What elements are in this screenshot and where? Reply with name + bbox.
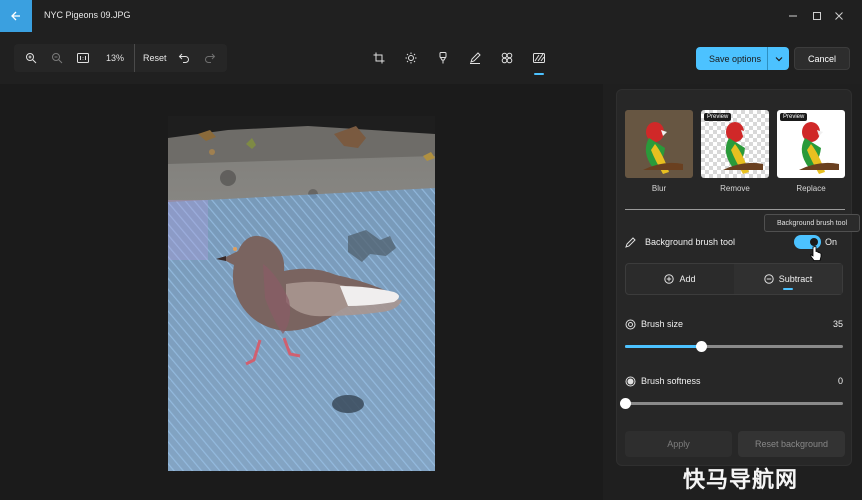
mouse-cursor-icon: [810, 246, 822, 261]
zoom-level: 13%: [106, 53, 125, 63]
retouch-icon: [501, 52, 513, 64]
redo-button[interactable]: [197, 45, 223, 71]
close-button[interactable]: [816, 0, 862, 32]
undo-button[interactable]: [171, 45, 197, 71]
undo-icon: [178, 53, 189, 63]
brush-softness-slider[interactable]: [620, 398, 843, 409]
pigeon-photo: [168, 116, 435, 471]
save-options-button[interactable]: Save options: [696, 47, 789, 70]
brush-mode-selector: Add Subtract: [625, 263, 843, 295]
save-options-dropdown[interactable]: [767, 47, 789, 70]
close-icon: [835, 12, 843, 20]
toggle-state-label: On: [825, 237, 838, 247]
blur-effect-thumb[interactable]: [625, 110, 693, 178]
subtract-mode-button[interactable]: Subtract: [734, 264, 842, 294]
remove-effect-thumb[interactable]: Preview: [701, 110, 769, 178]
redo-icon: [204, 53, 215, 63]
brush-size-icon: [625, 319, 636, 329]
preview-tag: Preview: [704, 113, 732, 121]
add-mode-button[interactable]: Add: [626, 264, 734, 294]
apply-button[interactable]: Apply: [625, 431, 732, 457]
chevron-down-icon: [775, 56, 782, 61]
filter-icon: [439, 52, 447, 64]
add-label: Add: [679, 274, 696, 284]
image-canvas: [0, 84, 603, 500]
parrot-thumbnail: [625, 110, 693, 178]
zoom-out-button[interactable]: [44, 45, 70, 71]
markup-icon: [470, 52, 481, 64]
slider-fill: [625, 345, 702, 348]
brush-size-slider[interactable]: [625, 341, 843, 352]
background-icon: [533, 53, 545, 63]
save-options-label: Save options: [709, 53, 762, 64]
brush-softness-icon: [625, 376, 636, 386]
background-panel: Blur Preview Remove Preview Replace Back…: [603, 84, 862, 500]
adjust-tool[interactable]: [398, 45, 424, 71]
reset-background-button[interactable]: Reset background: [738, 431, 845, 457]
background-options-card: Blur Preview Remove Preview Replace Back…: [616, 89, 852, 466]
plus-circle-icon: [664, 274, 675, 284]
brush-softness-label: Brush softness: [641, 376, 701, 386]
brush-size-row: Brush size 35: [625, 317, 843, 331]
blur-label: Blur: [651, 184, 667, 193]
brush-softness-row: Brush softness 0: [625, 374, 843, 388]
actual-size-icon: [77, 53, 89, 63]
cancel-button[interactable]: Cancel: [794, 47, 850, 70]
section-divider: [625, 209, 845, 210]
retouch-tool[interactable]: [494, 45, 520, 71]
replace-label: Replace: [796, 184, 826, 193]
crop-icon: [373, 52, 385, 64]
preview-tag: Preview: [780, 113, 808, 121]
edit-tools: [366, 45, 552, 75]
markup-tool[interactable]: [462, 45, 488, 71]
brush-tool-label: Background brush tool: [645, 237, 736, 247]
slider-thumb[interactable]: [696, 341, 708, 352]
brush-tool-tooltip: Background brush tool: [764, 214, 860, 232]
background-tool[interactable]: [526, 45, 552, 75]
window-title: NYC Pigeons 09.JPG: [44, 10, 131, 20]
reset-zoom-button[interactable]: Reset: [139, 53, 171, 63]
back-button[interactable]: [0, 0, 32, 32]
subtract-label: Subtract: [778, 274, 813, 284]
toggle-knob: [810, 238, 818, 246]
toolbar-divider: [134, 44, 136, 72]
watermark: 快马导航网: [683, 467, 799, 492]
minus-circle-icon: [764, 274, 774, 284]
zoom-in-icon: [26, 53, 37, 64]
zoom-in-button[interactable]: [18, 45, 44, 71]
filter-tool[interactable]: [430, 45, 456, 71]
brush-size-label: Brush size: [641, 319, 684, 329]
actual-size-button[interactable]: [70, 45, 96, 71]
brush-softness-value: 0: [837, 376, 843, 386]
remove-label: Remove: [720, 184, 750, 193]
arrow-left-icon: [11, 11, 20, 21]
adjust-icon: [405, 52, 417, 64]
crop-tool[interactable]: [366, 45, 392, 71]
zoom-controls: 13% Reset: [14, 44, 227, 72]
brush-icon: [625, 236, 636, 248]
zoom-out-icon: [52, 53, 63, 64]
title-bar: NYC Pigeons 09.JPG: [0, 0, 862, 32]
photo[interactable]: [168, 116, 435, 471]
slider-thumb[interactable]: [620, 398, 631, 409]
replace-effect-thumb[interactable]: Preview: [777, 110, 845, 178]
brush-size-value: 35: [832, 319, 843, 329]
